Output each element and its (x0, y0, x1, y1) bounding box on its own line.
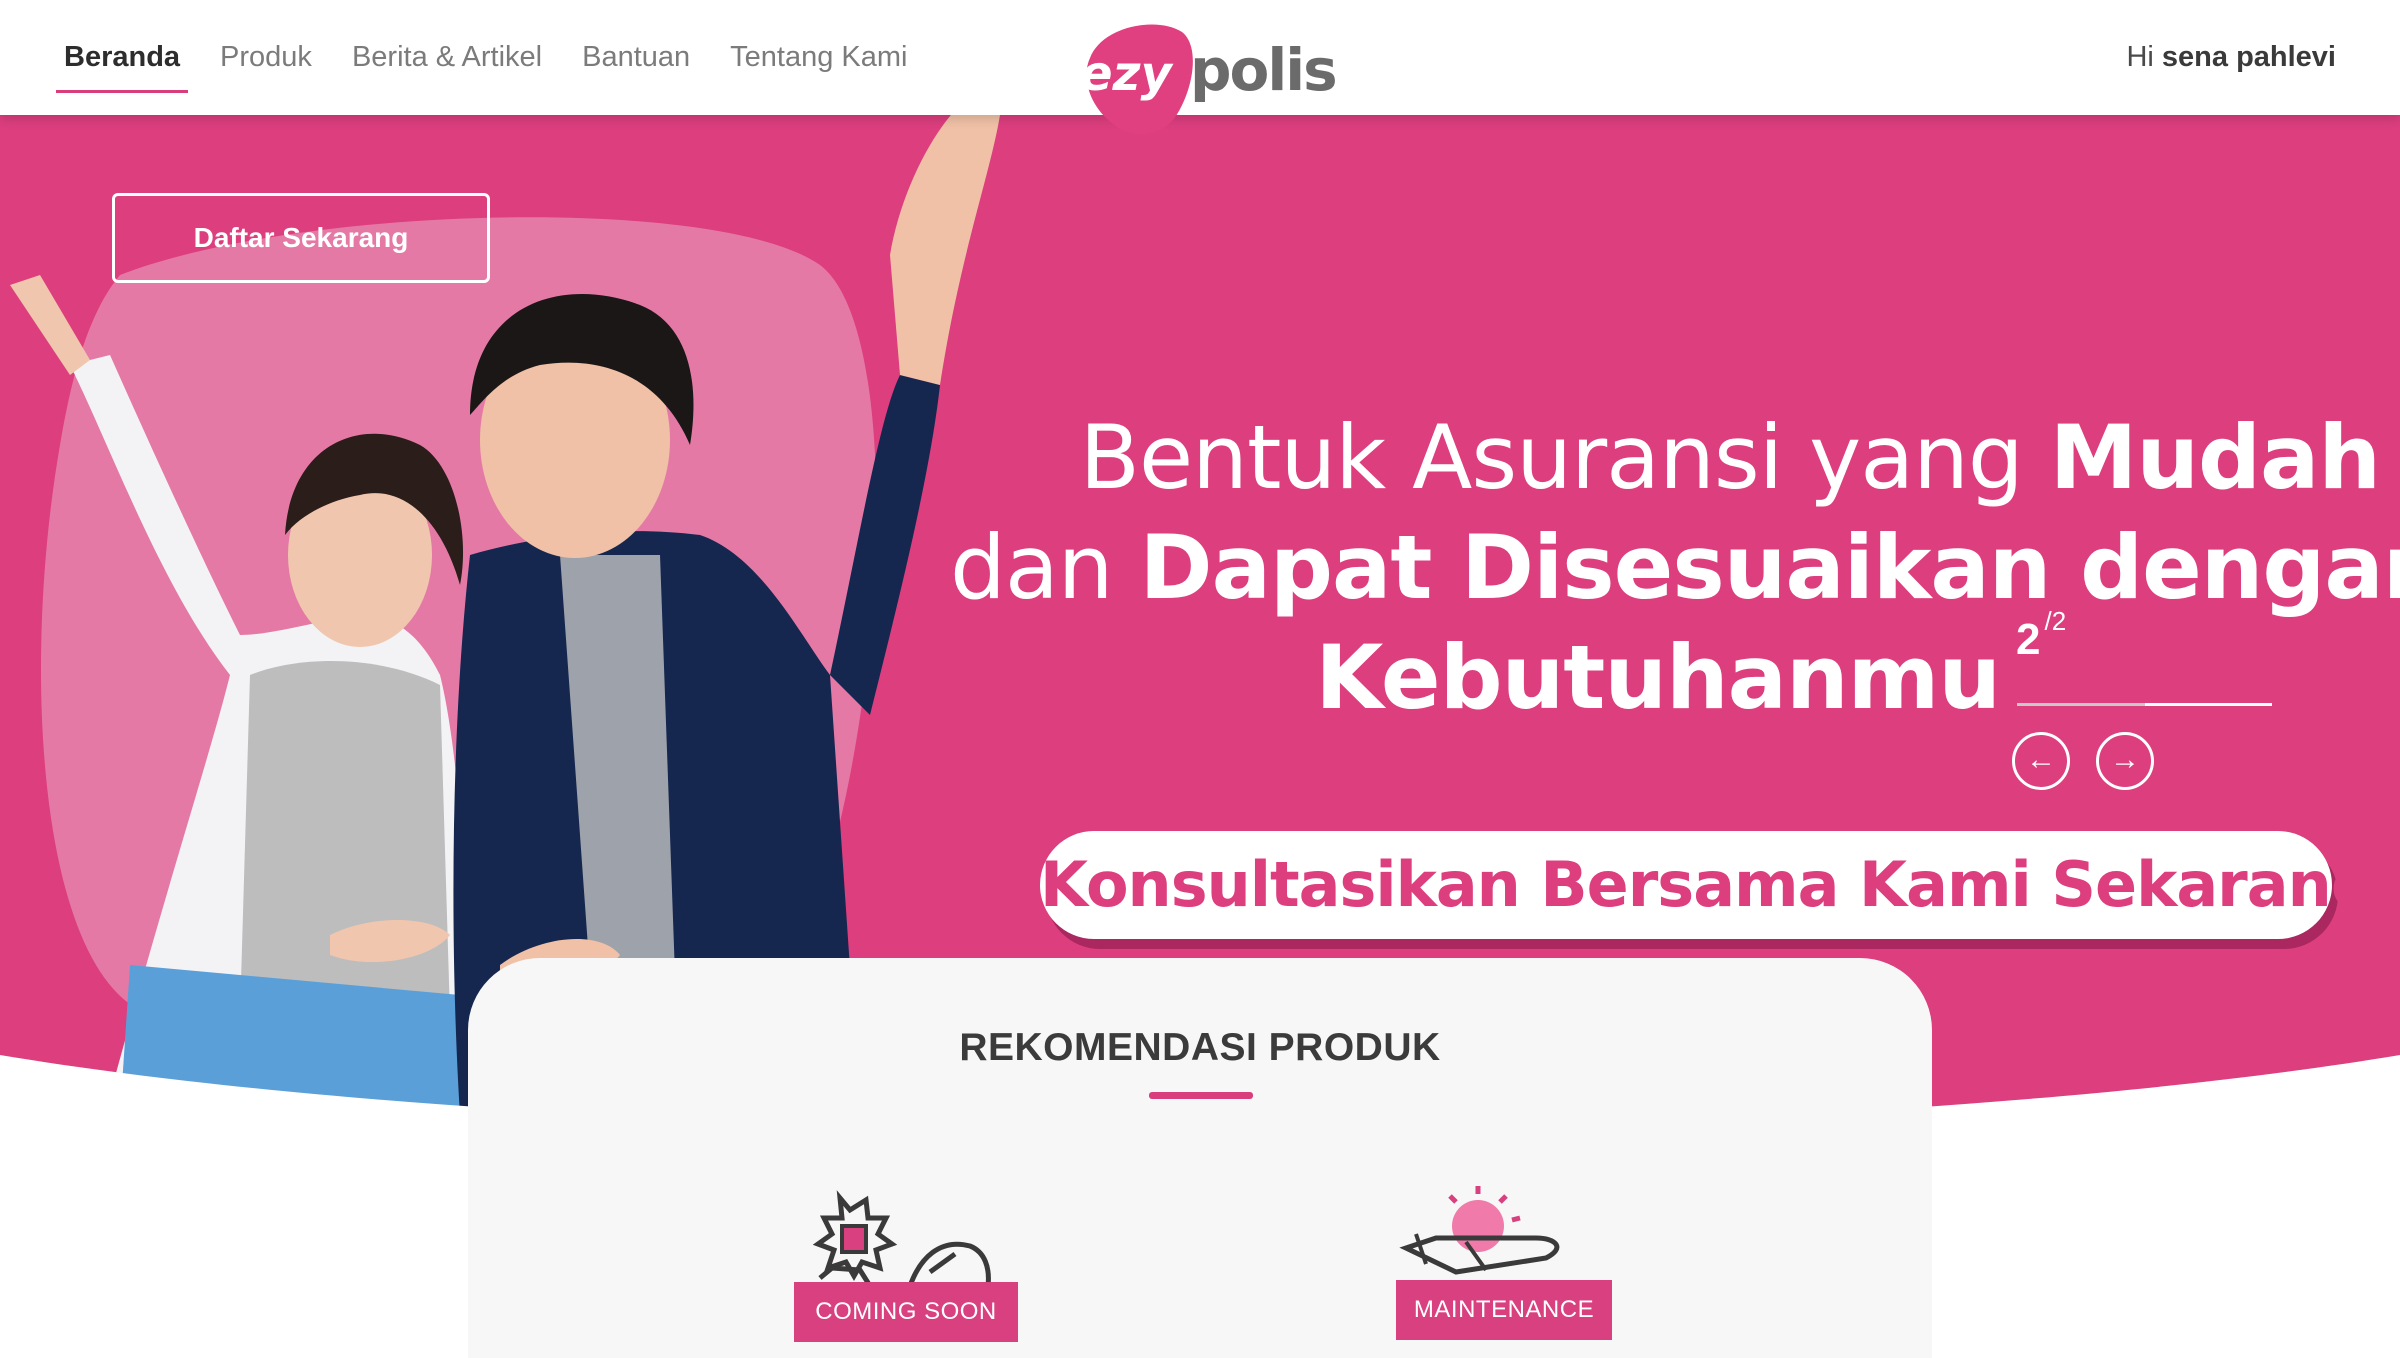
status-badge: MAINTENANCE (1396, 1280, 1612, 1340)
slide-prev-button[interactable]: ← (2012, 732, 2070, 790)
logo-text-polis: polis (1190, 36, 1336, 104)
user-name: sena pahlevi (2161, 41, 2336, 73)
top-navbar: Beranda Produk Berita & Artikel Bantuan … (0, 0, 2400, 135)
headline-line-2: dan Dapat Disesuaikan dengan (950, 513, 2400, 623)
slide-total: /2 (2044, 606, 2067, 636)
headline-line-1-bold: Mudah (2049, 406, 2381, 509)
section-title: REKOMENDASI PRODUK (959, 1026, 1441, 1069)
arrow-left-icon: ← (2026, 743, 2056, 776)
konsultasi-button[interactable]: Konsultasikan Bersama Kami Sekarang (1040, 831, 2375, 939)
daftar-sekarang-button[interactable]: Daftar Sekarang (112, 193, 490, 283)
product-car-insurance[interactable]: COMING SOON (780, 1178, 1018, 1342)
product-travel-insurance[interactable]: MAINTENANCE (1396, 1178, 1626, 1340)
slide-progress-fill (2017, 703, 2145, 706)
logo-text-ezy: ezy (1080, 46, 1173, 102)
headline-line-1: Bentuk Asuransi yang Mudah (950, 403, 2381, 513)
hero-headline: Bentuk Asuransi yang Mudah dan Dapat Dis… (950, 403, 2400, 733)
headline-line-2-normal: dan (950, 516, 1140, 619)
slide-current: 2 (2016, 615, 2041, 664)
status-badge: COMING SOON (794, 1282, 1018, 1342)
nav-bantuan[interactable]: Bantuan (574, 0, 698, 115)
arrow-right-icon: → (2110, 743, 2140, 776)
main-nav: Beranda Produk Berita & Artikel Bantuan … (56, 0, 940, 115)
headline-line-3: Kebutuhanmu (1315, 626, 2001, 729)
slide-progress (2017, 703, 2272, 706)
nav-produk[interactable]: Produk (212, 0, 320, 115)
headline-line-2-bold: Dapat Disesuaikan dengan (1139, 516, 2400, 619)
title-underline (1149, 1092, 1253, 1099)
nav-tentang-kami[interactable]: Tentang Kami (722, 0, 915, 115)
headline-line-1-normal: Bentuk Asuransi yang (1079, 406, 2050, 509)
slide-counter: 2/2 (2016, 606, 2066, 665)
user-greeting[interactable]: Hi sena pahlevi (2126, 0, 2336, 115)
greeting-prefix: Hi (2126, 41, 2154, 73)
slide-next-button[interactable]: → (2096, 732, 2154, 790)
nav-berita-artikel[interactable]: Berita & Artikel (344, 0, 550, 115)
nav-beranda[interactable]: Beranda (56, 0, 189, 115)
recommendation-card: REKOMENDASI PRODUK COMING SOON MAINTENAN… (468, 958, 1932, 1358)
ezypolis-logo[interactable]: ezy polis (1072, 18, 1342, 158)
